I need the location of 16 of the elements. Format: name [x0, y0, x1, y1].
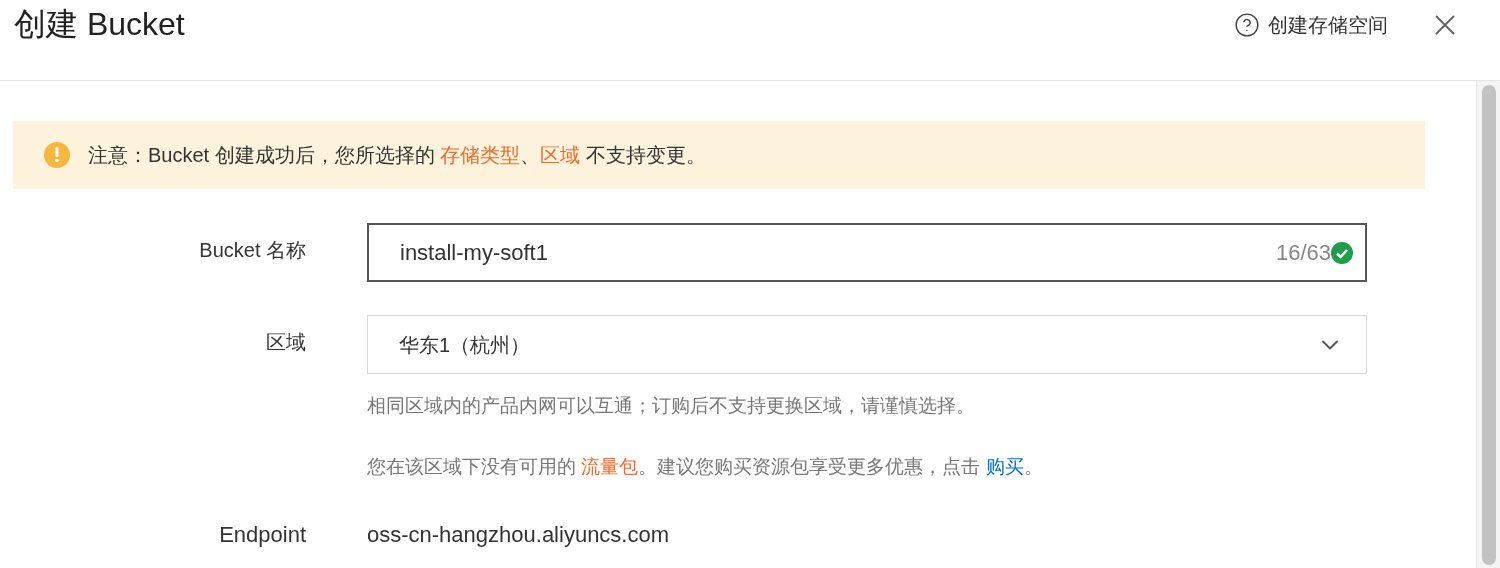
- field-label: 区域: [265, 330, 306, 355]
- field-label: Bucket 名称: [198, 238, 306, 263]
- dialog-title: 创建 Bucket: [14, 5, 186, 44]
- scrollbar-thumb[interactable]: [1481, 85, 1496, 565]
- buy-link[interactable]: 购买: [985, 455, 1024, 477]
- hint-text: 您在该区域下没有可用的 流量包。建议您购买资源包享受更多优惠，点击 购买。: [367, 454, 1044, 479]
- notice-text: 注意：Bucket 创建成功后，您所选择的 存储类型、区域 不支持变更。: [88, 143, 706, 168]
- help-link[interactable]: 创建存储空间: [1268, 10, 1388, 40]
- endpoint-value: oss-cn-hangzhou.aliyuncs.com: [367, 521, 671, 549]
- hint-text: 相同区域内的产品内网可以互通；订购后不支持更换区域，请谨慎选择。: [367, 394, 976, 418]
- warning-icon: [44, 142, 70, 168]
- region-select[interactable]: 华东1（杭州）: [367, 315, 1367, 374]
- bucket-name-field[interactable]: install-my-soft1 16/63: [367, 223, 1367, 282]
- help-icon: [1234, 12, 1260, 38]
- field-label: Endpoint: [218, 521, 306, 549]
- character-counter: 16/63: [1275, 239, 1331, 267]
